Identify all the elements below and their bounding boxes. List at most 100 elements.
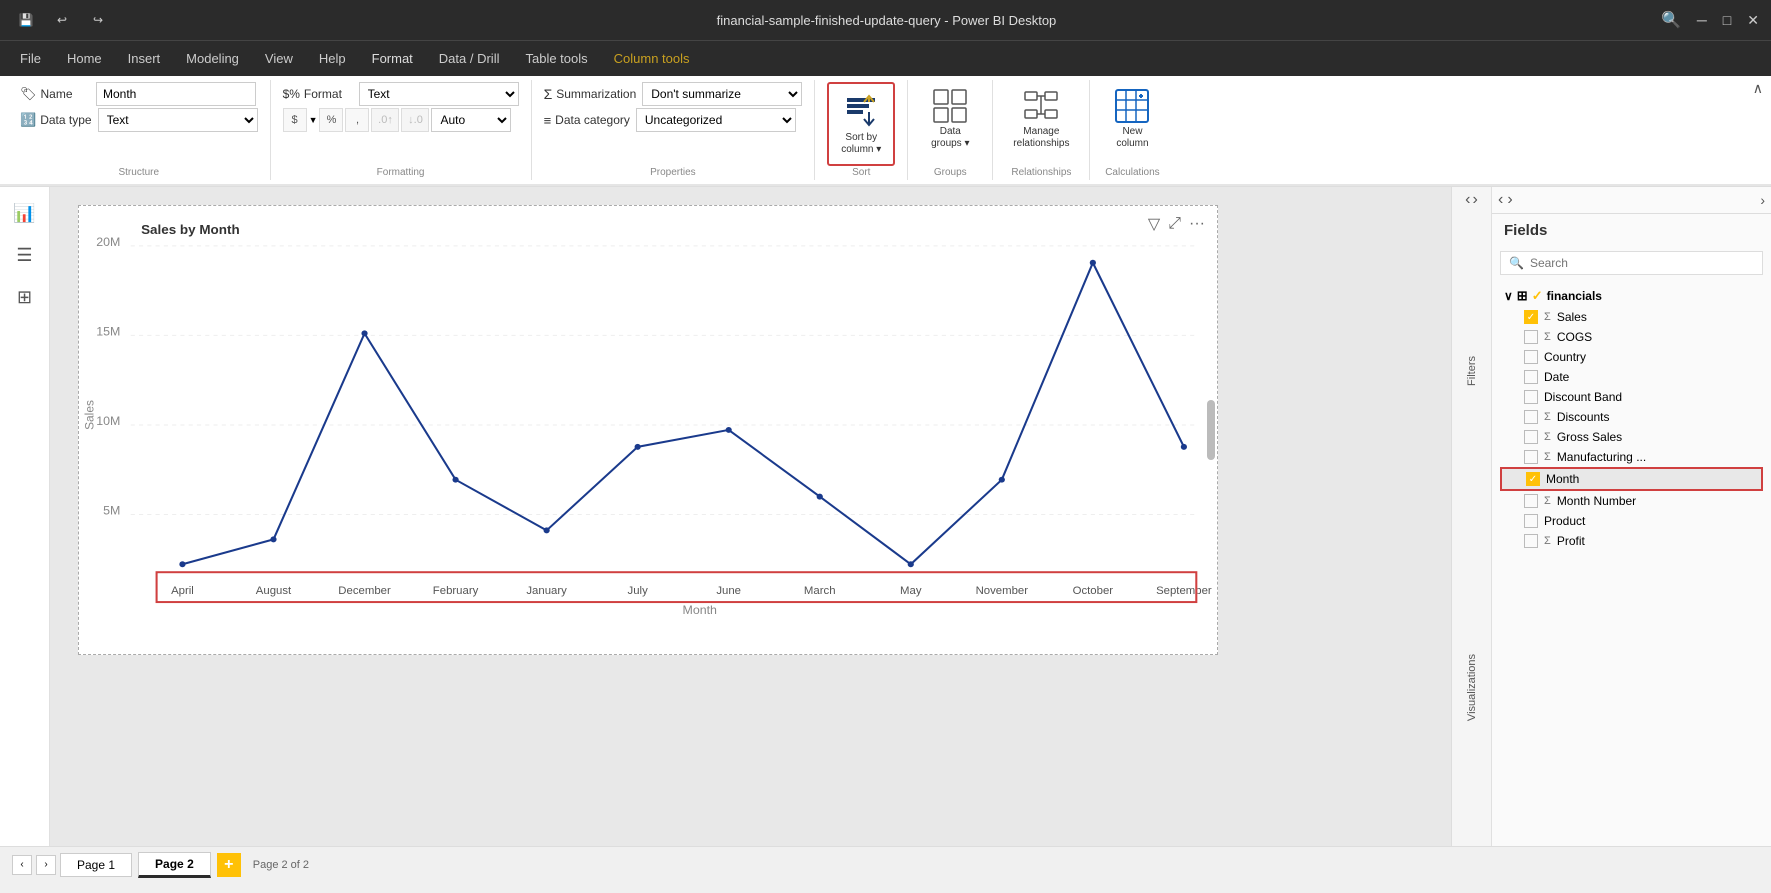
sort-group-label: Sort [815,167,907,178]
field-item-discount-band[interactable]: Discount Band [1500,387,1763,407]
discount-band-name: Discount Band [1544,390,1755,404]
page-prev-btn[interactable]: ‹ [12,855,32,875]
title-search-icon[interactable]: 🔍 [1661,10,1681,30]
menu-column-tools[interactable]: Column tools [602,47,702,70]
sales-name: Sales [1557,310,1755,324]
canvas-area[interactable]: ▽ ⤢ ··· 20M 15M 10M 5M Sales [50,187,1451,846]
fields-search-icon: 🔍 [1509,256,1524,270]
comma-btn[interactable]: , [345,108,369,132]
menu-insert[interactable]: Insert [116,47,173,70]
window-controls: 🔍 ─ □ ✕ [1661,10,1759,30]
field-item-discounts[interactable]: Σ Discounts [1500,407,1763,427]
month-number-checkbox[interactable] [1524,494,1538,508]
profit-checkbox[interactable] [1524,534,1538,548]
discounts-checkbox[interactable] [1524,410,1538,424]
datatype-select[interactable]: Text Whole Number Decimal Number [98,108,258,132]
window-title: financial-sample-finished-update-query -… [112,13,1661,28]
menu-home[interactable]: Home [55,47,114,70]
sales-checkbox[interactable]: ✓ [1524,310,1538,324]
product-checkbox[interactable] [1524,514,1538,528]
summarization-select[interactable]: Don't summarize Sum Average Count [642,82,802,106]
discounts-sigma: Σ [1544,411,1551,423]
page1-tab[interactable]: Page 1 [60,853,132,877]
svg-text:April: April [171,585,194,597]
menu-help[interactable]: Help [307,47,358,70]
sidebar-data-icon[interactable]: ☰ [7,237,43,273]
menu-format[interactable]: Format [360,47,425,70]
panel-nav-forward[interactable]: › [1507,191,1512,209]
svg-text:Sales by Month: Sales by Month [141,222,240,237]
field-item-month-number[interactable]: Σ Month Number [1500,491,1763,511]
groups-group-label: Groups [908,167,992,178]
minimize-btn[interactable]: ─ [1697,12,1707,28]
field-item-date[interactable]: Date [1500,367,1763,387]
panel-fwd-arrow[interactable]: › [1473,191,1478,209]
dollar-btn[interactable]: $ [283,108,307,132]
cogs-checkbox[interactable] [1524,330,1538,344]
field-item-cogs[interactable]: Σ COGS [1500,327,1763,347]
field-item-month[interactable]: ✓ Month [1500,467,1763,491]
formatting-group-label: Formatting [271,167,531,178]
menu-table-tools[interactable]: Table tools [513,47,599,70]
dec-dec-btn[interactable]: ↓.0 [401,108,429,132]
new-column-btn[interactable]: Newcolumn [1102,82,1162,154]
manage-relationships-btn[interactable]: Managerelationships [1005,82,1077,154]
menu-view[interactable]: View [253,47,305,70]
month-checkbox[interactable]: ✓ [1526,472,1540,486]
main-content: 📊 ☰ ⊞ ▽ ⤢ ··· 20M 15M 10M 5M [0,187,1771,846]
format-select[interactable]: Text General Whole Number Decimal [359,82,519,106]
panel-back-arrow[interactable]: ‹ [1465,191,1470,209]
manufacturing-checkbox[interactable] [1524,450,1538,464]
svg-text:August: August [256,585,292,597]
panel-collapse-icon[interactable]: › [1760,192,1765,208]
financials-header[interactable]: ∨ ⊞ ✓ financials [1500,285,1763,307]
field-item-sales[interactable]: ✓ Σ Sales [1500,307,1763,327]
menu-file[interactable]: File [8,47,53,70]
sort-by-column-btn[interactable]: Sort bycolumn ▾ [833,88,889,160]
dropdown-arrow-dollar[interactable]: ▼ [309,115,318,125]
name-row: 🏷 Name [20,82,256,106]
close-btn[interactable]: ✕ [1747,12,1759,29]
sidebar-model-icon[interactable]: ⊞ [7,279,43,315]
page-add-btn[interactable]: + [217,853,241,877]
menu-modeling[interactable]: Modeling [174,47,251,70]
ribbon-collapse-btn[interactable]: ∧ [1753,80,1763,97]
ribbon: 🏷 Name 🔢 Data type Text Whole Number Dec… [0,76,1771,187]
datacategory-label: ≡ Data category [544,113,630,128]
datatype-label: 🔢 Data type [20,112,92,128]
financials-group-name: financials [1547,289,1602,303]
date-checkbox[interactable] [1524,370,1538,384]
profit-sigma: Σ [1544,535,1551,547]
fields-panel: ‹ › › Fields 🔍 ∨ ⊞ ✓ fin [1492,187,1771,846]
data-groups-btn[interactable]: Datagroups ▾ [920,82,980,154]
page2-tab[interactable]: Page 2 [138,852,211,878]
discount-band-checkbox[interactable] [1524,390,1538,404]
field-item-product[interactable]: Product [1500,511,1763,531]
auto-select[interactable]: Auto [431,108,511,132]
field-item-manufacturing[interactable]: Σ Manufacturing ... [1500,447,1763,467]
field-item-gross-sales[interactable]: Σ Gross Sales [1500,427,1763,447]
gross-sales-checkbox[interactable] [1524,430,1538,444]
maximize-btn[interactable]: □ [1723,12,1731,28]
datacategory-select[interactable]: Uncategorized Address City [636,108,796,132]
month-number-name: Month Number [1557,494,1755,508]
redo-btn[interactable]: ↪ [84,6,112,34]
fields-search-box[interactable]: 🔍 [1500,251,1763,275]
panel-nav-back[interactable]: ‹ [1498,191,1503,209]
field-item-country[interactable]: Country [1500,347,1763,367]
percent-btn[interactable]: % [319,108,343,132]
dec-inc-btn[interactable]: .0↑ [371,108,399,132]
country-checkbox[interactable] [1524,350,1538,364]
save-btn[interactable]: 💾 [12,6,40,34]
name-input[interactable] [96,82,256,106]
page-next-btn[interactable]: › [36,855,56,875]
field-item-profit[interactable]: Σ Profit [1500,531,1763,551]
category-icon: ≡ [544,113,552,128]
menu-data-drill[interactable]: Data / Drill [427,47,512,70]
left-sidebar: 📊 ☰ ⊞ [0,187,50,846]
undo-btn[interactable]: ↩ [48,6,76,34]
sigma-icon: Σ [544,86,553,102]
fields-search-input[interactable] [1530,256,1754,270]
sidebar-report-icon[interactable]: 📊 [7,195,43,231]
new-column-icon [1112,86,1152,126]
